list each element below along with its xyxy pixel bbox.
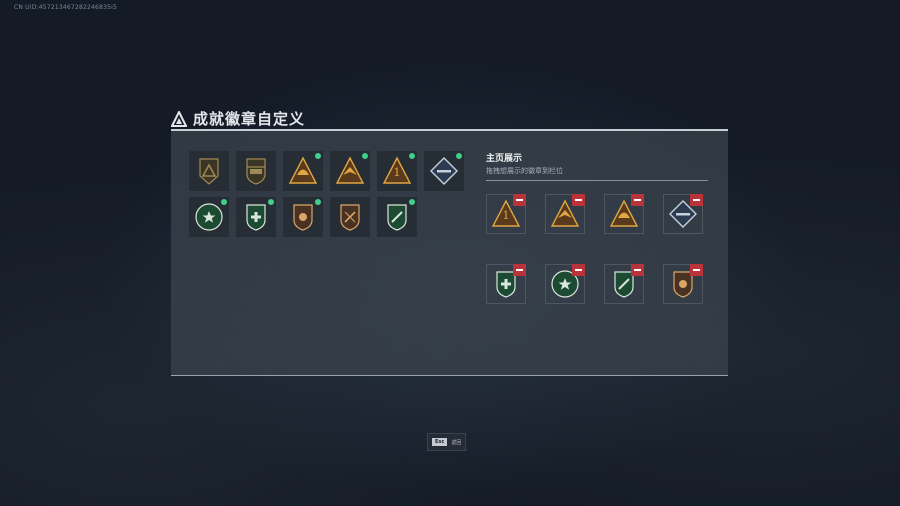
showcase-slot[interactable]	[604, 194, 644, 234]
back-label: 返回	[451, 439, 462, 446]
svg-text:1: 1	[503, 209, 510, 222]
uid-label: CN UID:457213467282246835i5	[14, 4, 117, 11]
dagger-shield-badge-icon	[387, 204, 407, 231]
showcase-subtitle: 拖拽想展示的徽章到栏位	[486, 167, 563, 175]
remove-badge-button[interactable]	[513, 264, 526, 276]
badge-slot[interactable]	[330, 197, 370, 237]
showcase-slot[interactable]: 1	[486, 194, 526, 234]
showcase-slot[interactable]	[604, 264, 644, 304]
badge-slot[interactable]	[283, 197, 323, 237]
rifle-badge-icon	[430, 157, 458, 185]
badge-slot[interactable]	[377, 197, 417, 237]
showcase-slot[interactable]	[545, 264, 585, 304]
new-indicator-dot	[362, 153, 368, 159]
crossed-blade-badge-icon	[340, 204, 360, 231]
new-indicator-dot	[315, 199, 321, 205]
showcase-title: 主页展示	[486, 154, 523, 164]
new-indicator-dot	[456, 153, 462, 159]
remove-badge-button[interactable]	[631, 194, 644, 206]
lion-shield-badge-icon	[293, 204, 313, 231]
badge-slot[interactable]: 1	[377, 151, 417, 191]
esc-back-button[interactable]: Esc 返回	[427, 433, 467, 451]
new-indicator-dot	[409, 199, 415, 205]
new-indicator-dot	[409, 153, 415, 159]
helmet-badge-icon	[288, 156, 318, 184]
triangle-emblem-icon	[199, 158, 219, 185]
triangle-logo-icon	[171, 110, 187, 127]
remove-badge-button[interactable]	[690, 264, 703, 276]
new-indicator-dot	[315, 153, 321, 159]
new-indicator-dot	[221, 199, 227, 205]
remove-badge-button[interactable]	[572, 264, 585, 276]
new-indicator-dot	[268, 199, 274, 205]
remove-badge-button[interactable]	[513, 194, 526, 206]
showcase-slot[interactable]	[545, 194, 585, 234]
showcase-slots: 1	[486, 194, 703, 304]
badge-slot[interactable]	[189, 197, 229, 237]
badge-slot[interactable]	[236, 151, 276, 191]
showcase-header: 主页展示 拖拽想展示的徽章到栏位	[486, 151, 708, 181]
star-wreath-badge-icon	[195, 203, 223, 231]
esc-key-hint: Esc	[432, 438, 448, 446]
remove-badge-button[interactable]	[690, 194, 703, 206]
remove-badge-button[interactable]	[631, 264, 644, 276]
medic-cross-badge-icon	[246, 204, 266, 231]
badge-slot[interactable]	[189, 151, 229, 191]
rank-one-badge-icon: 1	[382, 156, 412, 184]
helicopter-badge-icon	[246, 158, 266, 185]
badge-slot[interactable]	[283, 151, 323, 191]
remove-badge-button[interactable]	[572, 194, 585, 206]
badge-slot[interactable]	[236, 197, 276, 237]
owned-badges-grid: 1	[189, 151, 464, 237]
showcase-slot[interactable]	[663, 194, 703, 234]
showcase-slot[interactable]	[663, 264, 703, 304]
badge-slot[interactable]	[330, 151, 370, 191]
eagle-badge-icon	[335, 156, 365, 184]
dialog-title: 成就徽章自定义	[171, 108, 305, 129]
badge-dialog: 1 主页展示 拖拽想展示的徽章到栏位 1	[171, 129, 728, 376]
dialog-title-text: 成就徽章自定义	[193, 110, 306, 128]
showcase-slot[interactable]	[486, 264, 526, 304]
badge-slot[interactable]	[424, 151, 464, 191]
svg-text:1: 1	[394, 166, 401, 179]
